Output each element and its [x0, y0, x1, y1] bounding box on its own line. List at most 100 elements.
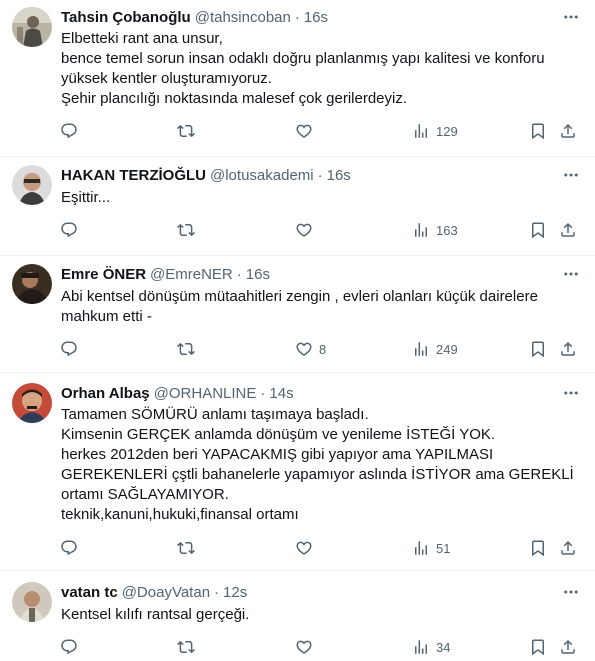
bookmark-button[interactable]	[529, 339, 547, 359]
reply-icon	[61, 123, 77, 139]
author-name[interactable]: Orhan Albaş	[61, 385, 150, 402]
share-button[interactable]	[559, 220, 577, 240]
view-count: 163	[436, 222, 458, 238]
tweet[interactable]: Tahsin Çobanoğlu @tahsincoban · 16s Elbe…	[0, 0, 595, 157]
retweet-icon	[177, 640, 195, 654]
tweet[interactable]: Orhan Albaş @ORHANLINE · 14s Tamamen SÖM…	[0, 373, 595, 571]
reply-button[interactable]	[60, 339, 78, 359]
like-button[interactable]	[295, 637, 319, 657]
share-button[interactable]	[559, 121, 577, 141]
text-line: Elbetteki rant ana unsur,	[61, 30, 223, 47]
more-icon	[564, 590, 578, 594]
separator-dot: ·	[214, 583, 220, 601]
avatar[interactable]	[12, 582, 52, 622]
retweet-button[interactable]	[177, 637, 195, 657]
timestamp[interactable]: 12s	[223, 584, 247, 601]
more-options-button[interactable]	[559, 7, 583, 27]
views-button[interactable]: 129	[412, 121, 458, 141]
more-options-button[interactable]	[559, 165, 583, 185]
retweet-icon	[177, 223, 195, 237]
retweet-button[interactable]	[177, 121, 195, 141]
bookmark-icon	[532, 639, 544, 656]
share-button[interactable]	[559, 637, 577, 657]
separator-dot: ·	[294, 8, 300, 26]
reply-icon	[61, 540, 77, 556]
action-bar: 163	[0, 220, 595, 240]
action-bar: 129	[0, 121, 595, 141]
view-count: 129	[436, 123, 458, 139]
retweet-button[interactable]	[177, 538, 195, 558]
views-icon	[415, 223, 427, 237]
bookmark-button[interactable]	[529, 637, 547, 657]
more-options-button[interactable]	[559, 582, 583, 602]
author-handle[interactable]: @ORHANLINE	[154, 385, 257, 402]
reply-button[interactable]	[60, 538, 78, 558]
share-icon	[561, 341, 575, 356]
like-button[interactable]	[295, 121, 319, 141]
separator-dot: ·	[236, 265, 242, 283]
author-name[interactable]: Emre ÖNER	[61, 266, 146, 283]
like-button[interactable]: 8	[295, 339, 326, 359]
action-bar: 8 249	[0, 339, 595, 359]
author-handle[interactable]: @tahsincoban	[195, 9, 291, 26]
bookmark-icon	[532, 123, 544, 140]
more-icon	[564, 173, 578, 177]
avatar[interactable]	[12, 383, 52, 423]
share-icon	[561, 540, 575, 555]
share-button[interactable]	[559, 339, 577, 359]
action-bar: 34	[0, 637, 595, 657]
tweet[interactable]: HAKAN TERZİOĞLU @lotusakademi · 16s Eşit…	[0, 157, 595, 256]
share-button[interactable]	[559, 538, 577, 558]
views-button[interactable]: 249	[412, 339, 458, 359]
share-icon	[561, 639, 575, 654]
text-line: Şehir plancılığı noktasında malesef çok …	[61, 90, 408, 107]
bookmark-button[interactable]	[529, 220, 547, 240]
like-button[interactable]	[295, 220, 319, 240]
tweet-text: Elbetteki rant ana unsur, bence temel so…	[61, 29, 581, 109]
action-bar: 51	[0, 538, 595, 558]
avatar[interactable]	[12, 7, 52, 47]
text-line: Tamamen SÖMÜRÜ anlamı taşımaya başladı.	[61, 406, 369, 423]
tweet-text: Abi kentsel dönüşüm mütaahitleri zengin …	[61, 287, 581, 327]
reply-button[interactable]	[60, 220, 78, 240]
author-handle[interactable]: @lotusakademi	[210, 167, 314, 184]
avatar[interactable]	[12, 264, 52, 304]
bookmark-icon	[532, 222, 544, 239]
views-button[interactable]: 51	[412, 538, 450, 558]
views-button[interactable]: 163	[412, 220, 458, 240]
more-options-button[interactable]	[559, 383, 583, 403]
view-count: 51	[436, 540, 451, 556]
reply-button[interactable]	[60, 121, 78, 141]
author-handle[interactable]: @EmreNER	[150, 266, 233, 283]
author-handle[interactable]: @DoayVatan	[122, 584, 210, 601]
avatar[interactable]	[12, 165, 52, 205]
text-line: Eşittir...	[61, 189, 111, 206]
timestamp[interactable]: 14s	[269, 385, 293, 402]
timestamp[interactable]: 16s	[327, 167, 351, 184]
author-name[interactable]: HAKAN TERZİOĞLU	[61, 167, 206, 184]
bookmark-icon	[532, 341, 544, 358]
bookmark-icon	[532, 540, 544, 557]
text-line: Kimsenin GERÇEK anlamda dönüşüm ve yenil…	[61, 426, 496, 443]
tweet[interactable]: vatan tc @DoayVatan · 12s Kentsel kılıfı…	[0, 571, 595, 661]
tweet[interactable]: Emre ÖNER @EmreNER · 16s Abi kentsel dön…	[0, 256, 595, 373]
author-name[interactable]: vatan tc	[61, 584, 118, 601]
retweet-button[interactable]	[177, 220, 195, 240]
text-line: mahkum etti -	[61, 308, 152, 325]
timestamp[interactable]: 16s	[304, 9, 328, 26]
heart-icon	[296, 640, 312, 654]
tweet-text: Eşittir...	[61, 188, 581, 208]
text-line: teknik,kanuni,hukuki,finansal ortamı	[61, 506, 299, 523]
like-button[interactable]	[295, 538, 319, 558]
views-button[interactable]: 34	[412, 637, 450, 657]
more-options-button[interactable]	[559, 264, 583, 284]
text-line: herkes 2012den beri YAPACAKMIŞ gibi yapı…	[61, 446, 494, 463]
separator-dot: ·	[317, 166, 323, 184]
bookmark-button[interactable]	[529, 538, 547, 558]
tweet-text: Tamamen SÖMÜRÜ anlamı taşımaya başladı. …	[61, 405, 581, 525]
author-name[interactable]: Tahsin Çobanoğlu	[61, 9, 191, 26]
reply-button[interactable]	[60, 637, 78, 657]
bookmark-button[interactable]	[529, 121, 547, 141]
timestamp[interactable]: 16s	[246, 266, 270, 283]
retweet-button[interactable]	[177, 339, 195, 359]
